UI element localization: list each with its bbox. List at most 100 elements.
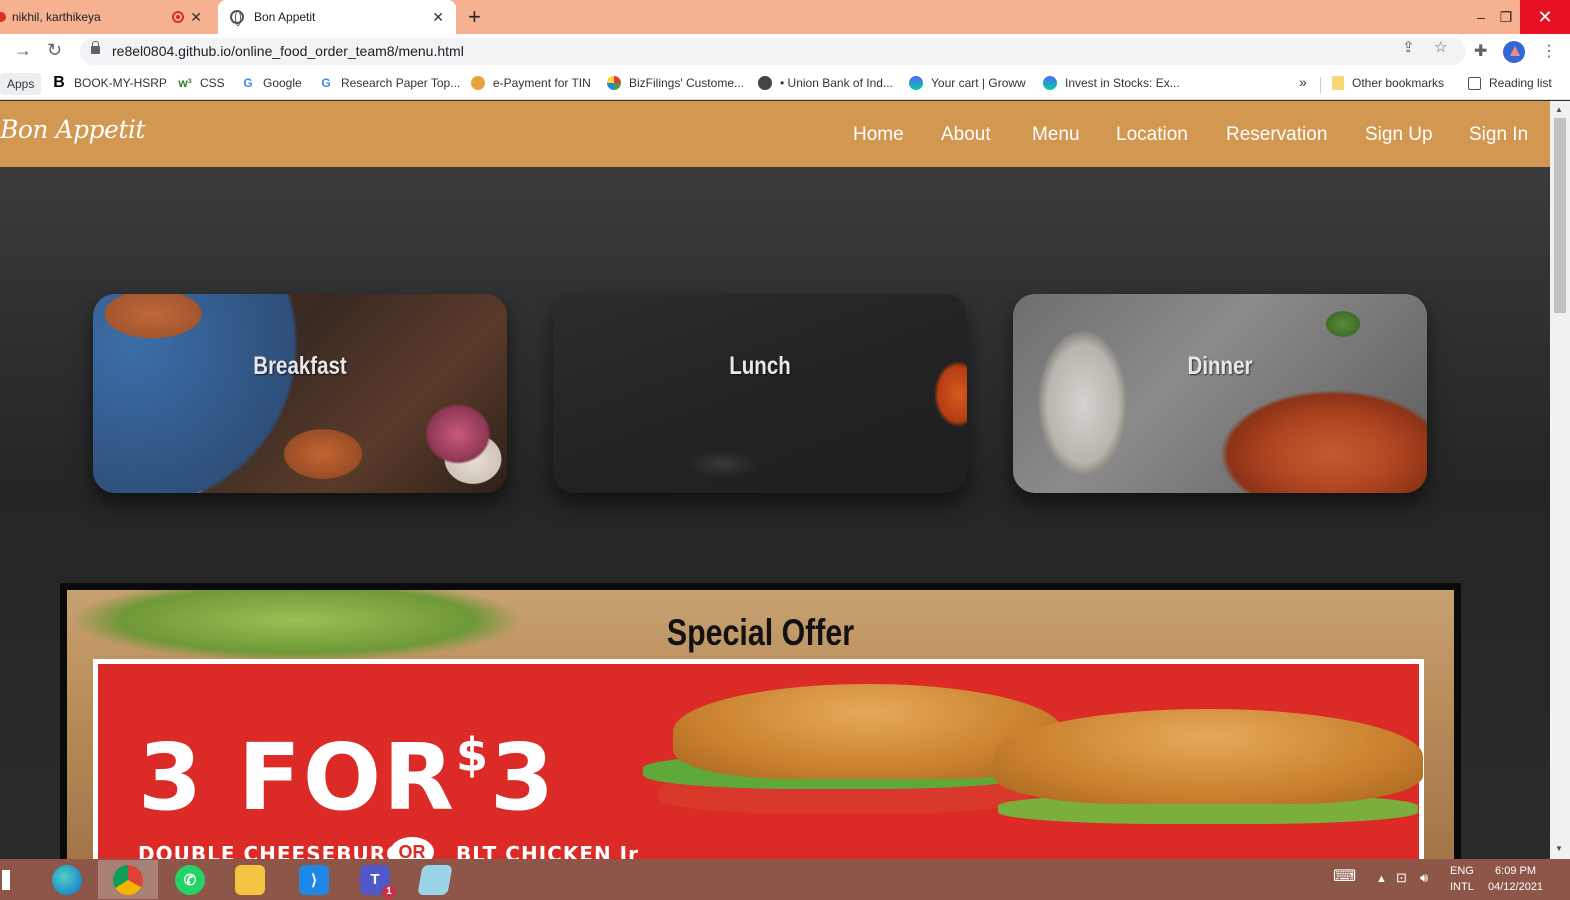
start-button[interactable] (0, 860, 12, 899)
card-title: Lunch (729, 352, 791, 380)
teams-badge: 1 (382, 884, 396, 899)
other-bookmarks[interactable]: Other bookmarks (1332, 76, 1444, 90)
bookmarks-overflow-button[interactable]: » (1299, 74, 1307, 90)
tab-title: nikhil, karthikeya (12, 10, 101, 24)
taskbar-vscode[interactable]: ⟩ (284, 860, 344, 899)
nav-sign-in[interactable]: Sign In (1469, 124, 1528, 146)
close-tab-icon[interactable]: ✕ (190, 9, 202, 26)
groww-icon (909, 76, 923, 90)
b-letter-icon: B (53, 74, 65, 91)
nav-menu[interactable]: Menu (1032, 124, 1080, 146)
lock-icon (91, 41, 100, 54)
vscode-icon: ⟩ (299, 864, 329, 895)
notepad-icon (417, 864, 453, 895)
bookmark-bizfilings[interactable]: BizFilings' Custome... (607, 76, 744, 90)
chrome-icon (113, 864, 143, 895)
scroll-up-icon[interactable]: ▲ (1555, 105, 1563, 114)
close-window-button[interactable]: ✕ (1520, 0, 1570, 34)
breakfast-card[interactable]: Breakfast (93, 294, 507, 493)
whatsapp-icon: ✆ (175, 864, 205, 895)
bookmarks-bar: Apps B BOOK-MY-HSRP w³ CSS G Google G Re… (0, 69, 1570, 100)
close-tab-icon[interactable]: ✕ (432, 9, 444, 26)
offer-or-badge: OR (390, 837, 434, 859)
brand-logo[interactable]: Bon Appetit (0, 115, 145, 144)
groww-icon (1043, 76, 1057, 90)
bookmark-book-my-hsrp[interactable]: B BOOK-MY-HSRP (52, 74, 167, 91)
taskbar-chrome[interactable] (98, 860, 158, 899)
windows-logo-icon (2, 869, 10, 890)
tab-bon-appetit[interactable]: Bon Appetit ✕ (218, 0, 456, 34)
bookmark-css[interactable]: w³ CSS (178, 76, 224, 90)
nav-home[interactable]: Home (853, 124, 904, 146)
bookmarks-divider (1320, 77, 1321, 93)
lunch-card[interactable]: Lunch (553, 294, 967, 493)
card-title: Breakfast (253, 352, 347, 380)
dinner-card[interactable]: Dinner (1013, 294, 1427, 493)
taskbar-notepad[interactable] (405, 860, 465, 899)
tab-favicon-icon (0, 12, 6, 22)
bookmark-groww-cart[interactable]: Your cart | Groww (909, 76, 1026, 90)
globe-icon (230, 10, 244, 26)
recording-icon (172, 11, 184, 23)
new-tab-button[interactable]: + (468, 4, 481, 30)
bookmark-union-bank[interactable]: • Union Bank of Ind... (758, 76, 893, 90)
taskbar-whatsapp[interactable]: ✆ (160, 860, 220, 899)
language-indicator[interactable]: ENG INTL (1450, 863, 1474, 895)
bizfilings-icon (607, 76, 621, 90)
menu-content: Breakfast Lunch Dinner Special Offer 3 F… (0, 167, 1550, 859)
reading-list-icon (1468, 76, 1481, 90)
site-navbar: Bon Appetit Home About Menu Location Res… (0, 101, 1550, 167)
offer-item-right: BLT CHICKEN Jr (456, 842, 639, 859)
taskbar-edge[interactable] (37, 860, 97, 899)
reading-list[interactable]: Reading list (1468, 76, 1552, 90)
url-text: re8el0804.github.io/online_food_order_te… (112, 43, 464, 59)
bookmark-google[interactable]: G Google (241, 76, 301, 90)
scrollbar-thumb[interactable] (1554, 118, 1566, 313)
taskbar-file-explorer[interactable] (220, 860, 280, 899)
menu-dots-icon[interactable]: ⋮ (1541, 41, 1557, 61)
forward-icon[interactable]: → (14, 40, 32, 61)
tab-strip: nikhil, karthikeya ✕ Bon Appetit ✕ + – ❐… (0, 0, 1570, 34)
bookmark-research-paper[interactable]: G Research Paper Top... (319, 76, 460, 90)
nav-reservation[interactable]: Reservation (1226, 124, 1327, 146)
bookmark-groww-invest[interactable]: Invest in Stocks: Ex... (1043, 76, 1180, 90)
bookmark-apps[interactable]: Apps (0, 73, 42, 95)
windows-taskbar: ✆ ⟩ T 1 ⌨ ▲ ⊡ 🔊︎ ENG INTL 6:09 PM 04/12/… (0, 859, 1570, 900)
taskbar-teams[interactable]: T 1 (345, 860, 405, 899)
special-offer-banner: Special Offer 3 FOR$3 DOUBLE CHEESEBURGE… (60, 583, 1461, 859)
offer-panel: 3 FOR$3 DOUBLE CHEESEBURGER OR BLT CHICK… (93, 659, 1424, 859)
extensions-icon[interactable]: ✚ (1474, 41, 1487, 61)
reload-icon[interactable]: ↻ (47, 40, 62, 61)
file-explorer-icon (235, 864, 265, 895)
show-hidden-icons[interactable]: ▲ (1376, 871, 1387, 887)
browser-toolbar: → ↻ re8el0804.github.io/online_food_orde… (0, 34, 1570, 69)
nav-about[interactable]: About (941, 124, 991, 146)
clock[interactable]: 6:09 PM 04/12/2021 (1488, 863, 1543, 895)
network-icon[interactable]: ⊡ (1396, 870, 1407, 886)
offer-title: Special Offer (666, 612, 855, 653)
epay-icon (471, 76, 485, 90)
address-bar[interactable]: re8el0804.github.io/online_food_order_te… (80, 38, 1466, 65)
w3-icon: w³ (178, 76, 192, 90)
share-icon[interactable]: ⇪ (1402, 38, 1415, 56)
page-scrollbar[interactable]: ▲ ▼ (1550, 101, 1570, 859)
tab-nikhil[interactable]: nikhil, karthikeya ✕ (0, 0, 214, 34)
screen: nikhil, karthikeya ✕ Bon Appetit ✕ + – ❐… (0, 0, 1570, 900)
bookmark-star-icon[interactable]: ☆ (1434, 38, 1447, 56)
nav-sign-up[interactable]: Sign Up (1365, 124, 1433, 146)
keyboard-icon[interactable]: ⌨ (1333, 869, 1356, 885)
edge-icon (52, 864, 82, 895)
profile-avatar[interactable] (1503, 41, 1525, 63)
tab-title: Bon Appetit (254, 10, 316, 24)
bookmark-e-payment[interactable]: e-Payment for TIN (471, 76, 591, 90)
google-icon: G (321, 76, 331, 90)
restore-button[interactable]: ❐ (1492, 0, 1520, 34)
nav-location[interactable]: Location (1116, 124, 1188, 146)
card-title: Dinner (1187, 352, 1253, 380)
scroll-down-icon[interactable]: ▼ (1555, 844, 1563, 853)
globe-icon (758, 76, 772, 90)
google-icon: G (243, 76, 253, 90)
teams-icon: T 1 (360, 864, 396, 899)
offer-headline: 3 FOR$3 (138, 724, 556, 831)
volume-icon[interactable]: 🔊︎ (1420, 870, 1428, 886)
